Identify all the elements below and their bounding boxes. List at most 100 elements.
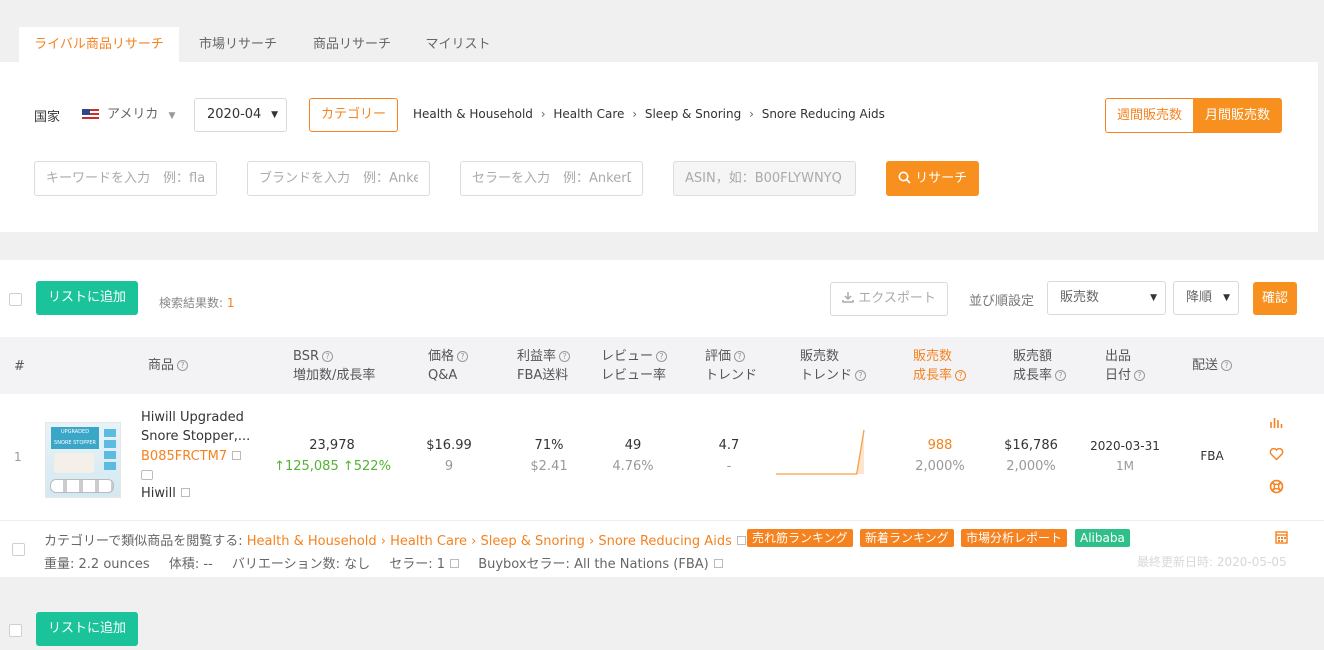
weight-text: 重量: 2.2 ounces [44, 557, 150, 572]
help-icon[interactable]: ? [559, 351, 571, 362]
product-image[interactable]: UPGRADED SNORE STOPPER [45, 422, 121, 498]
sort-select[interactable]: 販売数 ▼ [1047, 281, 1166, 315]
tab-rival-research[interactable]: ライバル商品リサーチ [19, 27, 179, 62]
bsr-growth: ↑125,085 ↑522% [266, 456, 399, 477]
col-listing-date[interactable]: 出品 日付? [1105, 347, 1146, 385]
month-value: 2020-04 [207, 107, 262, 122]
external-link-icon[interactable] [232, 451, 242, 460]
export-label: エクスポート [858, 291, 936, 306]
help-icon[interactable]: ? [1134, 370, 1146, 381]
tab-my-list[interactable]: マイリスト [412, 27, 504, 62]
col-bsr-label: BSR [293, 349, 319, 364]
col-sales-trend-label: 販売数 [800, 349, 840, 364]
country-label: 国家 [34, 110, 61, 125]
col-shipping[interactable]: 配送? [1192, 356, 1233, 375]
add-to-list-button[interactable]: リストに追加 [36, 281, 138, 315]
similar-products: カテゴリーで類似商品を閲覧する: Health & Household › He… [44, 530, 746, 549]
rating-value: 4.7 [718, 438, 740, 453]
help-icon[interactable]: ? [1055, 370, 1067, 381]
revenue-growth-value: 2,000% [1006, 459, 1056, 474]
new-ranking-badge[interactable]: 新着ランキング [860, 529, 954, 547]
col-revenue[interactable]: 販売額 成長率? [1013, 347, 1067, 385]
result-count: 検索結果数: 1 [159, 294, 235, 311]
help-icon[interactable]: ? [656, 351, 668, 362]
seller-input[interactable] [460, 161, 643, 196]
help-icon[interactable]: ? [321, 351, 333, 362]
help-icon[interactable]: ? [855, 370, 867, 381]
tab-market-research[interactable]: 市場リサーチ [184, 27, 292, 62]
variations-text: バリエーション数: なし [231, 557, 371, 572]
calendar-icon[interactable] [1275, 530, 1288, 544]
breadcrumb-item[interactable]: Snore Reducing Aids [762, 107, 885, 121]
col-reviews[interactable]: レビュー? レビュー率 [601, 347, 668, 385]
col-margin[interactable]: 利益率? FBA送料 [517, 347, 571, 385]
help-icon[interactable]: ? [1221, 360, 1233, 371]
col-sales-growth[interactable]: 販売数 成長率? [913, 347, 967, 385]
add-to-list-button-bottom[interactable]: リストに追加 [36, 612, 138, 646]
col-bsr-sub: 増加数/成長率 [293, 368, 376, 383]
sales-trend-sparkline[interactable] [775, 428, 867, 476]
month-select[interactable]: 2020-04 ▼ [194, 98, 287, 132]
asin-input[interactable] [673, 161, 856, 196]
country-select[interactable]: アメリカ ▼ [82, 104, 175, 126]
external-link-icon[interactable] [450, 559, 460, 568]
external-link-icon[interactable] [736, 536, 746, 545]
col-rating-sub: トレンド [705, 368, 758, 383]
keyword-input[interactable] [34, 161, 217, 196]
col-product[interactable]: 商品? [148, 356, 189, 375]
col-price[interactable]: 価格? Q&A [428, 347, 469, 385]
external-link-icon[interactable] [713, 559, 723, 568]
breadcrumb-separator: › [749, 107, 754, 121]
heart-icon[interactable] [1269, 447, 1284, 461]
order-select[interactable]: 降順 ▼ [1173, 281, 1239, 315]
external-link-icon[interactable] [180, 488, 190, 497]
help-icon[interactable]: ? [457, 351, 469, 362]
brand-link[interactable]: Hiwill [141, 486, 190, 501]
comment-icon[interactable] [141, 470, 153, 480]
col-bsr[interactable]: BSR? 増加数/成長率 [293, 347, 375, 385]
bsr-increase: ↑125,085 [274, 459, 339, 474]
lifebuoy-icon[interactable] [1269, 479, 1284, 494]
col-sales-trend-sub: トレンド [800, 368, 853, 383]
product-title[interactable]: Hiwill Upgraded Snore Stopper,... [141, 408, 250, 446]
alibaba-badge[interactable]: Alibaba [1075, 529, 1130, 547]
export-button[interactable]: エクスポート [830, 282, 948, 316]
row-checkbox[interactable] [12, 543, 25, 556]
bar-chart-icon[interactable] [1269, 415, 1284, 430]
confirm-button[interactable]: 確認 [1253, 282, 1297, 315]
chevron-down-icon: ▼ [1150, 293, 1157, 303]
monthly-sales-toggle[interactable]: 月間販売数 [1193, 98, 1282, 133]
brand-input[interactable] [247, 161, 430, 196]
sales-value: 988 [927, 438, 953, 453]
col-rating[interactable]: 評価? トレンド [705, 347, 757, 385]
chevron-down-icon: ▼ [168, 111, 176, 121]
revenue-value: $16,786 [1004, 438, 1058, 453]
bestseller-ranking-badge[interactable]: 売れ筋ランキング [747, 529, 853, 547]
help-icon[interactable]: ? [734, 351, 746, 362]
category-button[interactable]: カテゴリー [309, 98, 398, 132]
tab-product-research[interactable]: 商品リサーチ [298, 27, 406, 62]
weekly-sales-toggle[interactable]: 週間販売数 [1105, 98, 1194, 133]
search-button[interactable]: リサーチ [886, 161, 979, 196]
asin-link[interactable]: B085FRCTM7 [141, 449, 242, 464]
select-all-checkbox-bottom[interactable] [9, 624, 22, 637]
select-all-checkbox[interactable] [9, 293, 22, 306]
help-icon[interactable]: ? [177, 360, 189, 371]
image-strips [104, 429, 116, 471]
reviews-value: 49 [624, 438, 642, 453]
breadcrumb-separator: › [632, 107, 638, 121]
result-count-value: 1 [226, 296, 235, 310]
fba-fee-value: $2.41 [530, 459, 568, 474]
breadcrumb-item[interactable]: Health Care [553, 107, 624, 121]
col-price-label: 価格 [428, 349, 455, 364]
similar-category-link[interactable]: Health & Household › Health Care › Sleep… [247, 534, 732, 549]
col-margin-sub: FBA送料 [517, 368, 569, 383]
search-icon [898, 171, 911, 184]
category-breadcrumb: Health & Household › Health Care › Sleep… [413, 107, 885, 121]
market-report-badge[interactable]: 市場分析レポート [961, 529, 1068, 547]
breadcrumb-item[interactable]: Sleep & Snoring [645, 107, 741, 121]
col-revenue-sub: 成長率 [1013, 368, 1053, 383]
col-sales-trend[interactable]: 販売数トレンド? [800, 347, 867, 385]
breadcrumb-item[interactable]: Health & Household [413, 107, 533, 121]
help-icon[interactable]: ? [955, 370, 967, 381]
